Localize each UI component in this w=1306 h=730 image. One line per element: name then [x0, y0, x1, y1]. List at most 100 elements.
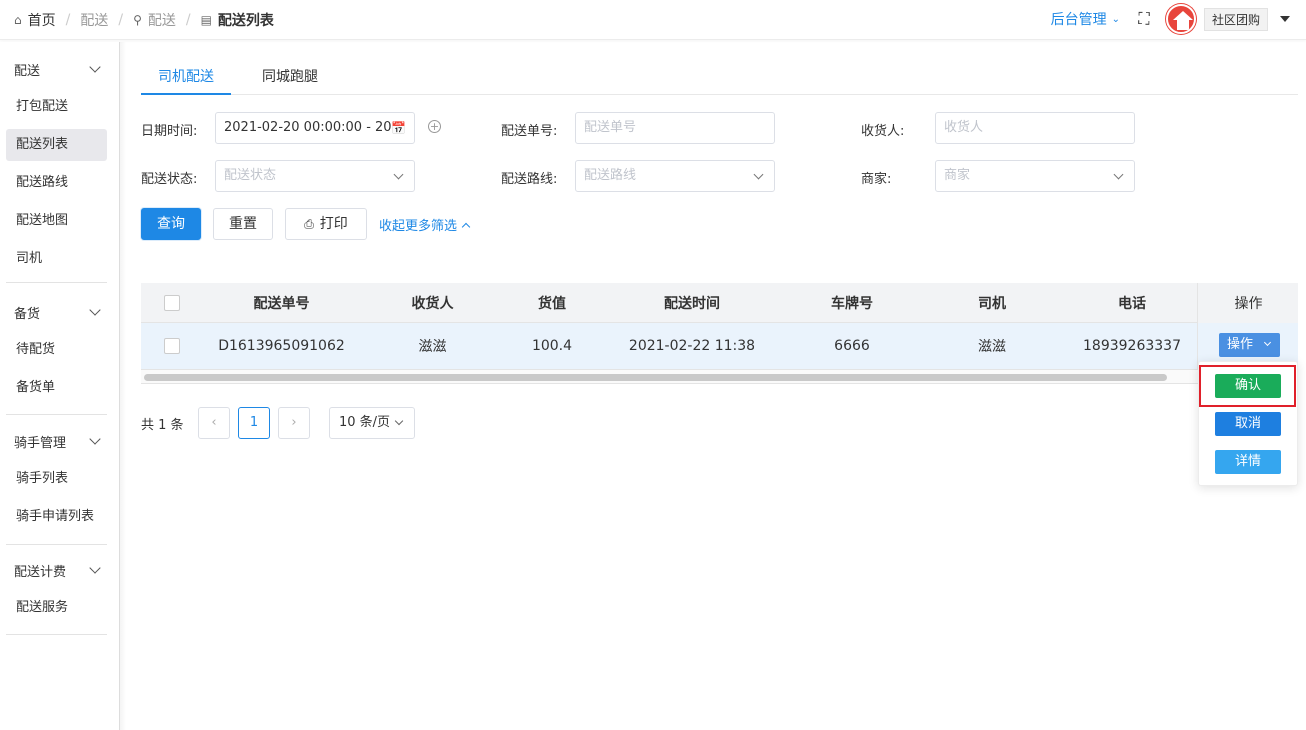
admin-menu[interactable]: 后台管理 ⌄ [1051, 9, 1120, 29]
cell-phone: 18939263337 [1083, 338, 1181, 354]
detail-button[interactable]: 详情 [1215, 450, 1281, 474]
top-header: ⌂ 首页 / 配送 / ⚲ 配送 / ▤ 配送列表 后台管理 ⌄ ⛶ 社区团购 [0, 0, 1306, 40]
sidebar-group-riders: 骑手管理 骑手列表 骑手申请列表 [6, 422, 107, 536]
chevron-down-icon [394, 416, 404, 426]
col-header-actions: 操作 [1197, 283, 1298, 323]
chevron-down-icon: ⌄ [1111, 13, 1120, 25]
page-size-select[interactable]: 10 条/页 [329, 407, 415, 439]
order-no-label: 配送单号: [501, 124, 558, 139]
collapse-filters-link[interactable]: 收起更多筛选 [379, 215, 471, 234]
order-no-input[interactable]: 配送单号 [575, 112, 775, 144]
cell-driver: 滋滋 [978, 339, 1006, 355]
chevron-down-icon [753, 169, 764, 180]
sidebar-item-stock-order[interactable]: 备货单 [6, 369, 107, 407]
sidebar-item-pending-stock[interactable]: 待配货 [6, 331, 107, 369]
pin-icon: ⚲ [133, 13, 142, 27]
row-checkbox[interactable] [155, 323, 189, 369]
breadcrumb-current: ▤ 配送列表 [200, 13, 274, 29]
chevron-up-icon [461, 222, 471, 231]
chevron-down-icon [1263, 338, 1272, 347]
printer-icon: ⎙ [304, 217, 314, 231]
sidebar-item-pack-delivery[interactable]: 打包配送 [6, 88, 107, 126]
merchant-select[interactable]: 商家 [935, 160, 1135, 192]
chevron-down-icon [1113, 169, 1124, 180]
divider [6, 634, 107, 635]
col-header-phone[interactable]: 电话 [1051, 283, 1213, 322]
cell-plate: 6666 [834, 338, 870, 354]
reset-button[interactable]: 重置 [213, 208, 273, 240]
select-all-checkbox[interactable] [155, 283, 189, 322]
sidebar-group-stock: 备货 待配货 备货单 [6, 293, 107, 407]
chevron-down-icon [89, 433, 101, 445]
col-header-receiver[interactable]: 收货人 [374, 283, 491, 322]
page-number[interactable]: 1 [238, 407, 270, 439]
sidebar-group-title[interactable]: 配送 [6, 50, 107, 88]
sidebar-group-title[interactable]: 骑手管理 [6, 422, 107, 460]
calendar-icon: 📅 [391, 121, 406, 135]
scrollbar-thumb[interactable] [144, 374, 1167, 381]
tab-driver-delivery[interactable]: 司机配送 [141, 60, 231, 95]
col-header-order-no[interactable]: 配送单号 [189, 283, 374, 322]
cell-time: 2021-02-22 11:38 [628, 338, 756, 354]
breadcrumb-level1[interactable]: 配送 [80, 10, 108, 30]
cell-receiver: 滋滋 [418, 339, 447, 355]
divider [6, 414, 107, 415]
add-circle-icon[interactable]: + [428, 120, 441, 133]
date-label: 日期时间: [141, 124, 198, 139]
sidebar-item-delivery-map[interactable]: 配送地图 [6, 202, 107, 240]
chevron-down-icon [89, 304, 101, 316]
route-select[interactable]: 配送路线 [575, 160, 775, 192]
breadcrumb-separator: / [185, 12, 191, 28]
sidebar-item-delivery-list[interactable]: 配送列表 [6, 129, 107, 161]
sidebar-item-rider-list[interactable]: 骑手列表 [6, 460, 107, 498]
col-header-plate[interactable]: 车牌号 [771, 283, 933, 322]
receiver-input[interactable]: 收货人 [935, 112, 1135, 144]
table-header: 配送单号 收货人 货值 配送时间 车牌号 司机 电话 [141, 283, 1298, 323]
cell-order-no: D1613965091062 [218, 338, 345, 354]
sidebar-item-delivery-service[interactable]: 配送服务 [6, 589, 107, 627]
sidebar-item-driver[interactable]: 司机 [6, 240, 107, 278]
sidebar-item-delivery-route[interactable]: 配送路线 [6, 164, 107, 202]
table-row[interactable]: D1613965091062 滋滋 100.4 2021-02-22 11:38… [141, 323, 1298, 370]
receiver-label: 收货人: [861, 124, 905, 139]
breadcrumb: ⌂ 首页 / 配送 / ⚲ 配送 / ▤ 配送列表 [14, 10, 274, 30]
divider [6, 544, 107, 545]
chevron-down-icon [89, 562, 101, 574]
chevron-down-icon [89, 61, 101, 73]
chevron-down-icon [393, 169, 404, 180]
fullscreen-icon[interactable]: ⛶ [1134, 9, 1154, 29]
sidebar-item-rider-applications[interactable]: 骑手申请列表 [6, 498, 107, 536]
col-header-driver[interactable]: 司机 [933, 283, 1051, 322]
sidebar-group-title[interactable]: 备货 [6, 293, 107, 331]
header-right: 后台管理 ⌄ ⛶ 社区团购 [1051, 4, 1290, 34]
caret-down-icon[interactable] [1280, 16, 1290, 22]
breadcrumb-level2[interactable]: ⚲ 配送 [133, 10, 176, 30]
home-icon: ⌂ [14, 13, 22, 27]
divider [6, 282, 107, 283]
cell-value: 100.4 [531, 338, 573, 354]
store-avatar[interactable] [1165, 4, 1196, 34]
date-range-input[interactable]: 2021-02-20 00:00:00 - 20 📅 [215, 112, 415, 144]
merchant-label: 商家: [861, 172, 892, 187]
breadcrumb-home[interactable]: ⌂ 首页 [14, 10, 56, 30]
status-select[interactable]: 配送状态 [215, 160, 415, 192]
status-label: 配送状态: [141, 172, 198, 187]
tab-city-errand[interactable]: 同城跑腿 [245, 60, 335, 95]
sidebar-group-title[interactable]: 配送计费 [6, 551, 107, 589]
query-button[interactable]: 查询 [141, 208, 201, 240]
breadcrumb-separator: / [118, 12, 124, 28]
store-name: 社区团购 [1203, 7, 1268, 31]
total-count: 共 1 条 [141, 418, 184, 433]
cancel-button[interactable]: 取消 [1215, 412, 1281, 436]
print-button[interactable]: ⎙ 打印 [285, 208, 367, 240]
row-actions-button[interactable]: 操作 [1219, 333, 1280, 357]
col-header-value[interactable]: 货值 [491, 283, 613, 322]
delivery-tabs: 司机配送 同城跑腿 [141, 60, 1298, 95]
sidebar-group-billing: 配送计费 配送服务 [6, 551, 107, 627]
col-header-time[interactable]: 配送时间 [613, 283, 771, 322]
list-icon: ▤ [200, 13, 212, 27]
horizontal-scrollbar[interactable] [141, 370, 1298, 384]
route-label: 配送路线: [501, 172, 558, 187]
prev-page-button[interactable]: ‹ [198, 407, 230, 439]
next-page-button[interactable]: › [278, 407, 310, 439]
